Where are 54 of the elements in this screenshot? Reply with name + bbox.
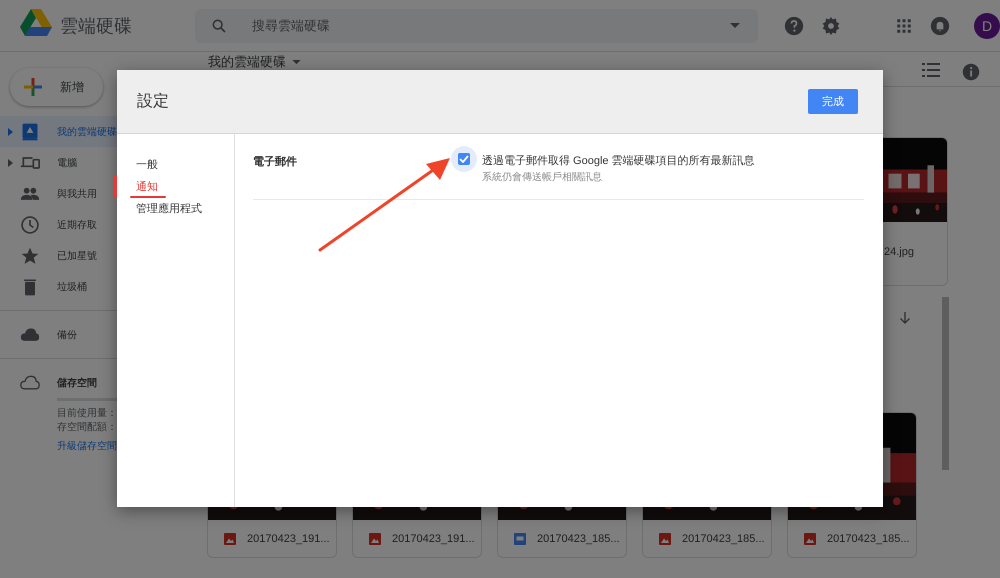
settings-icon[interactable] bbox=[821, 16, 841, 36]
file-card[interactable]: 24.jpg bbox=[882, 137, 948, 286]
file-name: 20170423_185... bbox=[537, 533, 620, 545]
dialog-title: 設定 bbox=[137, 92, 169, 112]
settings-tab[interactable]: 一般 bbox=[114, 154, 234, 176]
image-file-icon bbox=[224, 533, 236, 545]
underline-annotation bbox=[130, 195, 166, 199]
slides-file-icon bbox=[514, 533, 526, 545]
checkmark-icon bbox=[459, 155, 469, 163]
image-file-icon bbox=[369, 533, 381, 545]
settings-tab[interactable]: 通知 bbox=[114, 176, 234, 198]
checkbox[interactable] bbox=[458, 153, 470, 165]
info-icon[interactable] bbox=[962, 63, 980, 81]
caret-icon[interactable] bbox=[730, 22, 740, 28]
storage-text: 目前使用量： bbox=[57, 407, 118, 421]
search-icon bbox=[211, 18, 227, 34]
option-label: 透過電子郵件取得 Google 雲端硬碟項目的所有最新訊息 bbox=[482, 154, 755, 168]
image-file-icon bbox=[659, 533, 671, 545]
drive-logo-icon bbox=[20, 9, 52, 37]
file-name: 20170423_191... bbox=[392, 533, 475, 545]
sidebar-item[interactable]: 備份 bbox=[0, 319, 200, 350]
file-name: 20170423_191... bbox=[247, 533, 330, 545]
app-title: 雲端硬碟 bbox=[60, 14, 132, 38]
storage-title: 儲存空間 bbox=[57, 376, 97, 390]
sort-arrow-icon[interactable] bbox=[899, 312, 911, 324]
image-file-icon bbox=[804, 533, 816, 545]
sidebar-item[interactable]: 垃圾桶 bbox=[0, 271, 200, 302]
help-icon[interactable] bbox=[784, 16, 804, 36]
storage-text: 存空間配額： bbox=[57, 421, 118, 435]
scrollbar[interactable] bbox=[942, 297, 949, 470]
caret-icon[interactable] bbox=[292, 60, 301, 65]
upgrade-link[interactable]: 升級儲存空間 bbox=[57, 439, 117, 453]
star-icon bbox=[20, 246, 40, 266]
setting-label: 電子郵件 bbox=[253, 154, 298, 169]
plus-icon bbox=[24, 78, 42, 96]
file-name: 20170423_185... bbox=[827, 533, 910, 545]
apps-icon[interactable] bbox=[895, 16, 913, 34]
drive-icon bbox=[20, 122, 40, 142]
avatar[interactable]: D bbox=[974, 12, 1000, 38]
new-button[interactable]: 新增 bbox=[10, 68, 103, 106]
settings-tab[interactable]: 管理應用程式 bbox=[114, 198, 234, 220]
breadcrumb[interactable]: 我的雲端硬碟 bbox=[208, 55, 286, 69]
search-field[interactable]: 搜尋雲端硬碟 bbox=[195, 8, 758, 42]
cloud-outline-icon bbox=[20, 372, 40, 392]
clock-icon bbox=[20, 214, 40, 234]
sidebar-item[interactable]: 已加星號 bbox=[0, 240, 200, 271]
list-view-icon[interactable] bbox=[922, 63, 940, 77]
expand-arrow-icon[interactable] bbox=[8, 158, 12, 166]
notifications-icon[interactable] bbox=[930, 16, 950, 36]
file-name: 20170423_185... bbox=[682, 533, 765, 545]
expand-arrow-icon[interactable] bbox=[8, 128, 12, 136]
file-name: 24.jpg bbox=[883, 245, 915, 258]
option-note: 系統仍會傳送帳戶相關訊息 bbox=[482, 170, 603, 184]
done-button[interactable]: 完成 bbox=[808, 89, 858, 114]
